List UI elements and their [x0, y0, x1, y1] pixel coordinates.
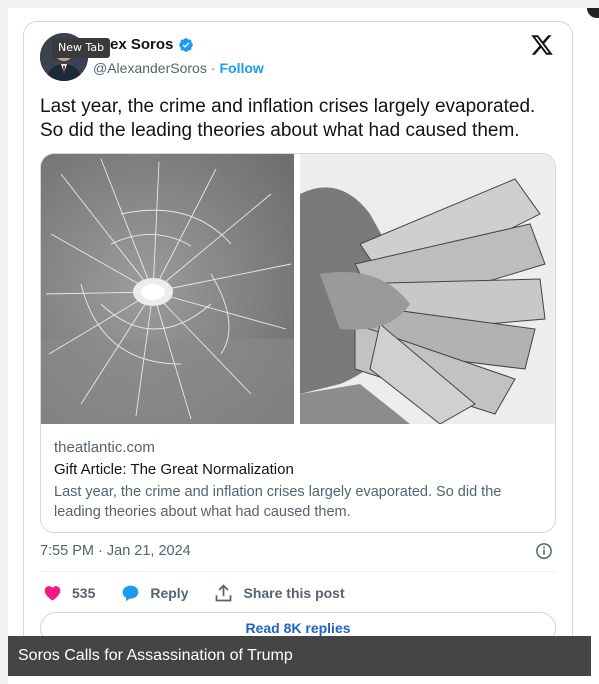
link-preview-images [41, 154, 555, 424]
image-caption: Soros Calls for Assassination of Trump [8, 636, 591, 676]
link-preview-meta: theatlantic.com Gift Article: The Great … [54, 437, 544, 522]
tweet-actions: 535 Reply Share this post [42, 582, 370, 604]
link-description: Last year, the crime and inflation crise… [54, 484, 502, 520]
tweet-text-line-1: Last year, the crime and inflation crise… [40, 96, 536, 117]
link-domain: theatlantic.com [54, 439, 155, 456]
close-corner-icon[interactable] [587, 8, 599, 18]
verified-badge-icon [179, 37, 194, 52]
like-count: 535 [72, 585, 96, 601]
author-handle[interactable]: @AlexanderSoros [93, 60, 207, 76]
reply-bubble-icon [122, 585, 139, 601]
author-display-name[interactable]: ex Soros [110, 36, 173, 53]
shattered-glass-image [41, 154, 294, 424]
tweet-text: Last year, the crime and inflation crise… [40, 95, 565, 143]
follow-link[interactable]: Follow [220, 60, 264, 76]
info-icon[interactable] [535, 542, 553, 560]
reply-button[interactable]: Reply [120, 583, 188, 604]
new-tab-tooltip: New Tab [52, 38, 111, 58]
author-handle-row: @AlexanderSoros · Follow [93, 60, 264, 76]
link-title: Gift Article: The Great Normalization [54, 461, 294, 478]
share-icon [216, 583, 232, 601]
link-preview-card[interactable]: theatlantic.com Gift Article: The Great … [40, 153, 556, 533]
dollar-bills-image [300, 154, 555, 424]
author-name-row[interactable]: ex Soros [110, 36, 194, 53]
reply-label: Reply [150, 585, 189, 601]
like-button[interactable]: 535 [42, 583, 95, 604]
tweet-timestamp[interactable]: 7:55 PM · Jan 21, 2024 [40, 543, 191, 559]
share-label: Share this post [243, 585, 345, 601]
action-divider [40, 571, 556, 572]
heart-icon [44, 585, 61, 600]
x-logo-icon[interactable] [530, 33, 554, 57]
share-button[interactable]: Share this post [213, 583, 345, 604]
handle-separator: · [210, 60, 216, 76]
tweet-text-line-2: So did the leading theories about what h… [40, 120, 520, 141]
